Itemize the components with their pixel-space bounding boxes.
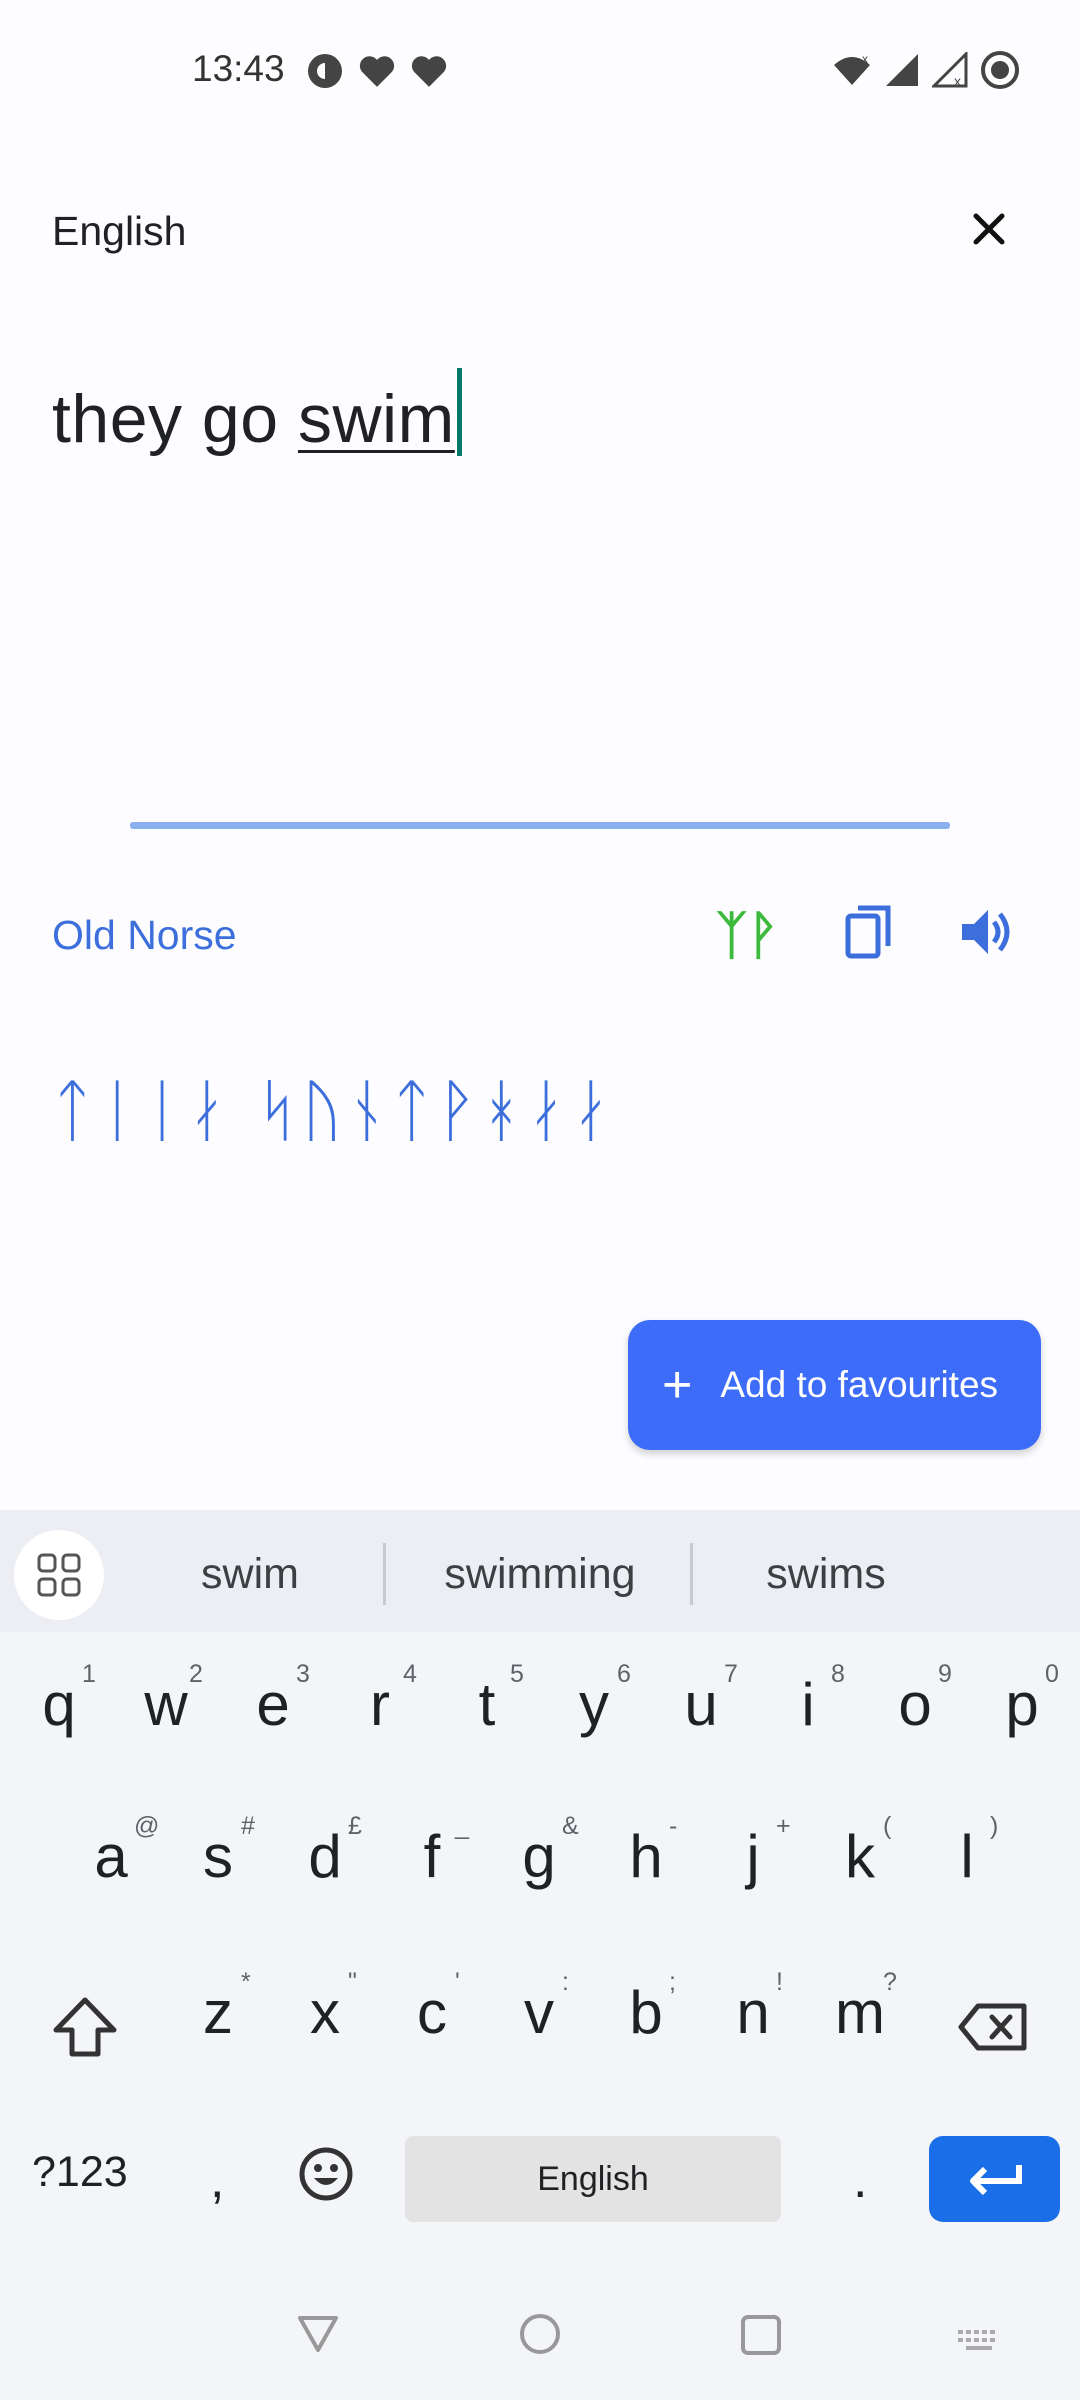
key-hint: ; (669, 1968, 676, 1996)
speaker-icon (962, 910, 1010, 954)
key-hint: ? (883, 1968, 897, 1996)
target-language-label[interactable]: Old Norse (52, 912, 237, 959)
key-v[interactable]: v (494, 1978, 584, 2047)
emoji-key[interactable] (298, 2146, 354, 2207)
status-time: 13:43 (192, 48, 285, 89)
key-hint: # (241, 1812, 255, 1840)
back-nav-button[interactable] (296, 2314, 340, 2359)
svg-text:x: x (954, 73, 961, 88)
key-hint: 2 (189, 1660, 203, 1688)
key-hint: 3 (296, 1660, 310, 1688)
enter-icon (969, 2165, 1022, 2196)
key-hint: - (669, 1812, 678, 1840)
period-key[interactable]: . (853, 2150, 867, 2210)
wifi-icon: x (832, 52, 872, 92)
record-icon (980, 50, 1020, 95)
pocket-casts-icon (306, 52, 344, 95)
shift-key[interactable] (52, 1996, 118, 2063)
copy-button[interactable] (844, 904, 894, 960)
key-n[interactable]: n (708, 1978, 798, 2047)
suggestion-divider (383, 1543, 386, 1605)
key-hint: : (562, 1968, 569, 1996)
key-l[interactable]: l (922, 1822, 1012, 1891)
enter-key[interactable] (929, 2136, 1060, 2222)
key-b[interactable]: b (601, 1978, 691, 2047)
runic-toggle-button[interactable]: ᛉᚹ (716, 906, 778, 966)
symbols-key[interactable]: ?123 (32, 2148, 128, 2197)
navigation-bar (0, 2280, 1080, 2400)
key-h[interactable]: h (601, 1822, 691, 1891)
add-to-favourites-button[interactable]: + Add to favourites (628, 1320, 1041, 1450)
key-hint: & (562, 1812, 579, 1840)
home-circle-icon (520, 2314, 560, 2354)
key-hint: 9 (938, 1660, 952, 1688)
key-hint: 8 (831, 1660, 845, 1688)
key-hint: 5 (510, 1660, 524, 1688)
source-text-composing: swim (297, 381, 455, 457)
suggestion-item[interactable]: swim (150, 1550, 350, 1599)
key-hint: ' (455, 1968, 460, 1996)
source-text-plain: they go (52, 381, 298, 457)
translation-text: ᛏᛁᛁᛅ ᛋᚢᚾᛏᚹᚼᛅᛅ (52, 1072, 616, 1151)
backspace-icon (958, 2003, 1027, 2051)
keyboard-menu-button[interactable] (14, 1530, 104, 1620)
plus-icon: + (662, 1356, 693, 1414)
signal-off-icon: x (930, 50, 968, 93)
key-hint: ( (883, 1812, 892, 1840)
key-hint: _ (455, 1812, 469, 1840)
recents-nav-button[interactable] (740, 2314, 782, 2361)
key-hint: * (241, 1968, 251, 1996)
key-hint: 0 (1045, 1660, 1059, 1688)
key-hint: + (776, 1812, 791, 1840)
heart-icon (410, 53, 448, 94)
key-hint: £ (348, 1812, 362, 1840)
clear-button[interactable] (964, 204, 1014, 254)
signal-icon (884, 52, 920, 93)
key-hint: ) (990, 1812, 999, 1840)
heart-icon (358, 53, 396, 94)
key-hint: ! (776, 1968, 783, 1996)
emoji-icon (299, 2147, 353, 2201)
recents-square-icon (741, 2315, 781, 2355)
speak-button[interactable] (958, 904, 1014, 960)
source-language-label[interactable]: English (52, 208, 186, 255)
apps-grid-icon (37, 1553, 81, 1597)
source-text-input[interactable]: they go swim (52, 368, 462, 458)
keyboard (0, 1510, 1080, 2400)
key-hint: @ (134, 1812, 160, 1840)
add-to-favourites-label: Add to favourites (720, 1364, 999, 1405)
key-c[interactable]: c (387, 1978, 477, 2047)
close-icon (973, 213, 1005, 245)
text-cursor (456, 368, 462, 456)
home-nav-button[interactable] (518, 2312, 562, 2361)
divider (130, 822, 950, 829)
backspace-key[interactable] (958, 2002, 1028, 2057)
key-hint: 7 (724, 1660, 738, 1688)
key-hint: 4 (403, 1660, 417, 1688)
comma-key[interactable]: , (210, 2150, 224, 2210)
suggestion-item[interactable]: swims (726, 1550, 926, 1599)
key-hint: 6 (617, 1660, 631, 1688)
back-triangle-icon (298, 2316, 338, 2352)
key-k[interactable]: k (815, 1822, 905, 1891)
copy-icon (845, 905, 891, 959)
space-key[interactable]: English (405, 2136, 781, 2222)
keyboard-icon (958, 2330, 995, 2350)
key-hint: 1 (82, 1660, 96, 1688)
key-hint: " (348, 1968, 357, 1996)
svg-text:x: x (862, 53, 868, 66)
status-icons-right: x x (832, 50, 1020, 95)
suggestion-item[interactable]: swimming (410, 1550, 670, 1599)
keyboard-hide-button[interactable] (956, 2328, 1002, 2357)
shift-icon (53, 1997, 117, 2057)
suggestion-divider (690, 1543, 693, 1605)
status-icons-left (306, 52, 448, 95)
